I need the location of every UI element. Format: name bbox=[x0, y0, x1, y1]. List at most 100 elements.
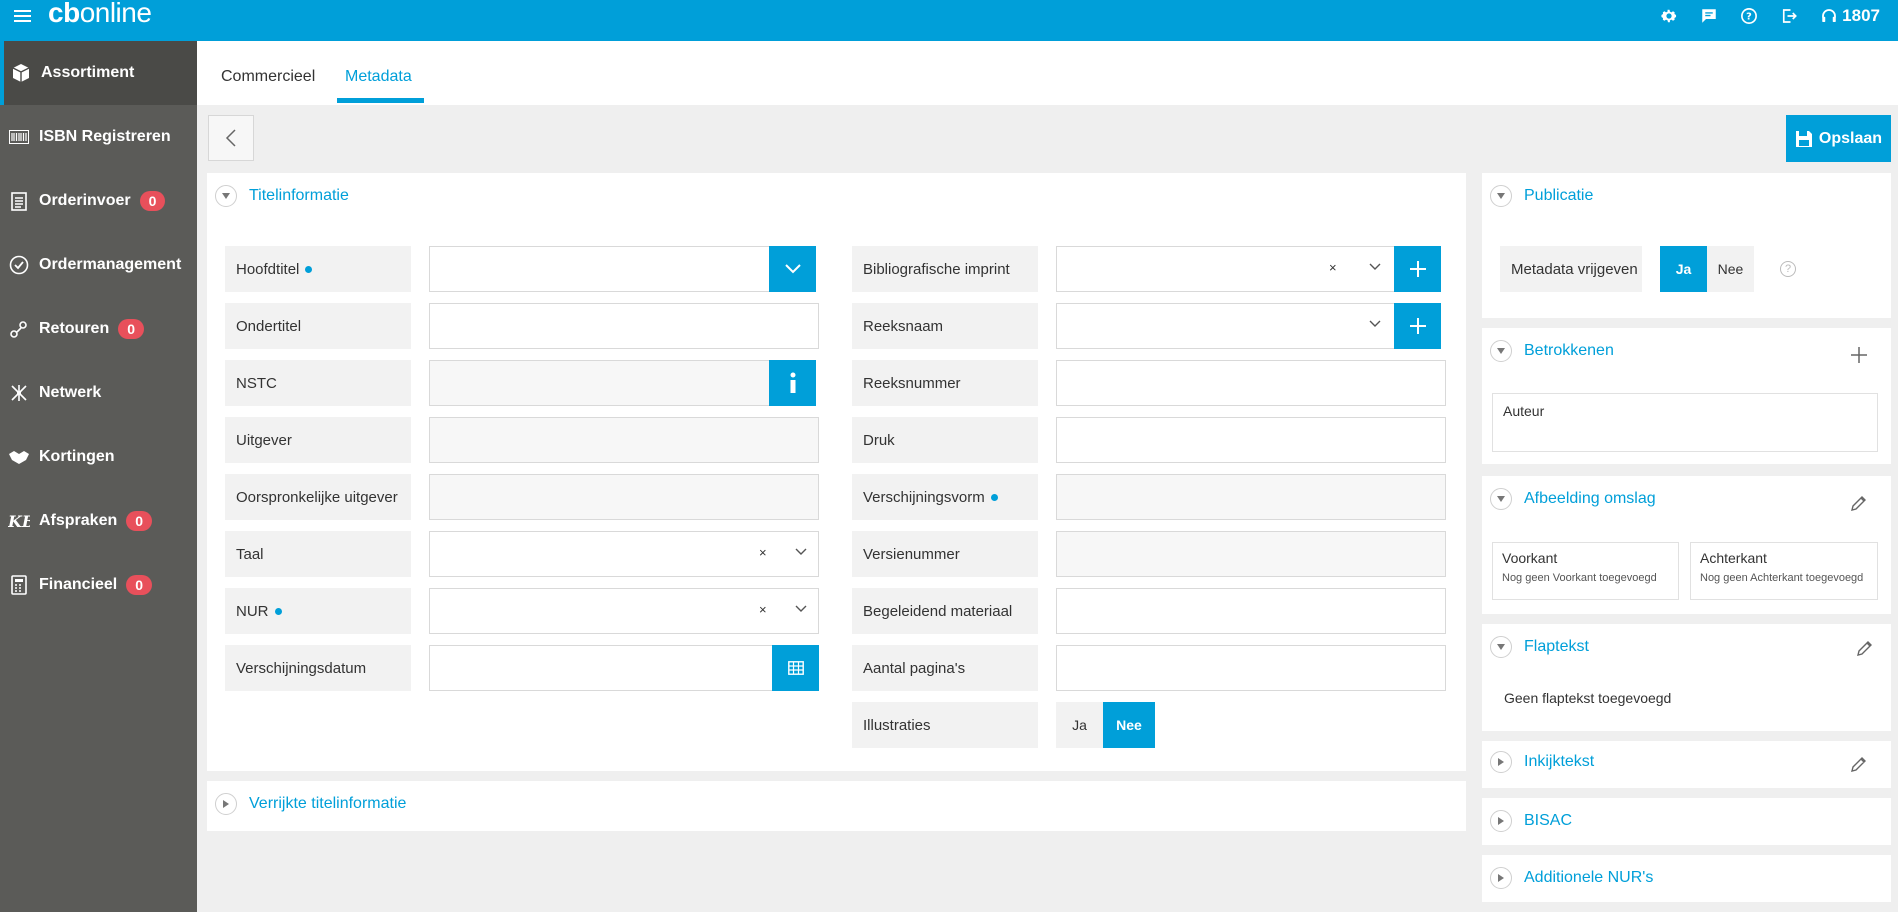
begeleidend-materiaal-label: Begeleidend materiaal bbox=[852, 588, 1038, 634]
help-icon[interactable]: ? bbox=[1780, 261, 1796, 277]
clear-icon[interactable]: × bbox=[759, 602, 767, 617]
aantal-paginas-input[interactable] bbox=[1056, 645, 1446, 691]
save-label: Opslaan bbox=[1818, 129, 1883, 147]
voorkant-status: Nog geen Voorkant toegevoegd bbox=[1502, 572, 1657, 584]
logout-icon[interactable] bbox=[1780, 7, 1798, 25]
expand-toggle-icon[interactable] bbox=[1490, 810, 1512, 832]
active-tab-indicator bbox=[337, 98, 424, 103]
clipboard-icon bbox=[8, 190, 30, 212]
chat-icon[interactable] bbox=[1700, 7, 1718, 25]
publicatie-nee-option[interactable]: Nee bbox=[1707, 246, 1754, 292]
flaptekst-empty-text: Geen flaptekst toegevoegd bbox=[1504, 690, 1672, 706]
clear-icon[interactable]: × bbox=[759, 545, 767, 560]
oorspronkelijke-uitgever-label: Oorspronkelijke uitgever bbox=[225, 474, 411, 520]
druk-input[interactable] bbox=[1056, 417, 1446, 463]
verrijkte-header[interactable]: Verrijkte titelinformatie bbox=[215, 793, 406, 815]
user-badge[interactable]: 1807 bbox=[1820, 6, 1880, 26]
pencil-icon[interactable] bbox=[1856, 639, 1874, 657]
gear-icon[interactable] bbox=[1660, 7, 1678, 25]
inkijktekst-header[interactable]: Inkijktekst bbox=[1490, 751, 1594, 773]
add-imprint-button[interactable] bbox=[1394, 246, 1441, 292]
illustraties-label: Illustraties bbox=[852, 702, 1038, 748]
begeleidend-materiaal-input[interactable] bbox=[1056, 588, 1446, 634]
sidebar-item-netwerk[interactable]: Netwerk bbox=[0, 361, 197, 425]
back-button[interactable] bbox=[208, 115, 254, 161]
flaptekst-header[interactable]: Flaptekst bbox=[1490, 636, 1589, 658]
collapse-toggle-icon[interactable] bbox=[1490, 636, 1512, 658]
collapse-toggle-icon[interactable] bbox=[1490, 488, 1512, 510]
inkijktekst-panel: Inkijktekst bbox=[1482, 741, 1891, 788]
expand-toggle-icon[interactable] bbox=[1490, 751, 1512, 773]
bisac-panel: BISAC bbox=[1482, 798, 1891, 845]
pencil-icon[interactable] bbox=[1850, 494, 1868, 512]
hoofdtitel-dropdown-button[interactable] bbox=[769, 246, 816, 292]
kb-icon: KB bbox=[8, 510, 30, 532]
bisac-header[interactable]: BISAC bbox=[1490, 810, 1572, 832]
uitgever-input bbox=[429, 417, 819, 463]
field-label-text: Hoofdtitel bbox=[236, 260, 300, 278]
logo-bold: cb bbox=[48, 0, 80, 28]
help-icon[interactable]: ? bbox=[1740, 7, 1758, 25]
headset-icon bbox=[1822, 9, 1837, 22]
sidebar-item-isbn-registreren[interactable]: ISBN Registreren bbox=[0, 105, 197, 169]
add-plus-icon[interactable] bbox=[1850, 346, 1868, 364]
sidebar-item-retouren[interactable]: Retouren 0 bbox=[0, 297, 197, 361]
expand-toggle-icon[interactable] bbox=[215, 793, 237, 815]
sidebar-item-kortingen[interactable]: Kortingen bbox=[0, 425, 197, 489]
tab-metadata[interactable]: Metadata bbox=[345, 68, 412, 86]
versienummer-input bbox=[1056, 531, 1446, 577]
achterkant-box[interactable]: Achterkant Nog geen Achterkant toegevoeg… bbox=[1690, 542, 1878, 600]
required-dot bbox=[305, 265, 313, 273]
add-reeks-button[interactable] bbox=[1394, 303, 1441, 349]
afbeelding-header[interactable]: Afbeelding omslag bbox=[1490, 488, 1656, 510]
save-button[interactable]: Opslaan bbox=[1786, 115, 1891, 162]
panel-title: Publicatie bbox=[1524, 187, 1594, 204]
illustraties-nee-option[interactable]: Nee bbox=[1103, 702, 1155, 748]
sidebar-item-financieel[interactable]: Financieel 0 bbox=[0, 553, 197, 617]
reeksnummer-input[interactable] bbox=[1056, 360, 1446, 406]
app-logo[interactable]: cbonline bbox=[48, 0, 152, 29]
panel-title: BISAC bbox=[1524, 812, 1573, 829]
illustraties-ja-option[interactable]: Ja bbox=[1056, 702, 1103, 748]
chevron-down-icon bbox=[1369, 263, 1381, 270]
publicatie-ja-option[interactable]: Ja bbox=[1660, 246, 1707, 292]
barcode-icon bbox=[8, 126, 30, 148]
expand-toggle-icon[interactable] bbox=[1490, 867, 1512, 889]
collapse-toggle-icon[interactable] bbox=[215, 185, 237, 207]
sidebar-item-label: ISBN Registreren bbox=[39, 128, 171, 145]
oorspronkelijke-uitgever-input bbox=[429, 474, 819, 520]
betrokkenen-header[interactable]: Betrokkenen bbox=[1490, 340, 1614, 362]
pencil-icon[interactable] bbox=[1850, 755, 1868, 773]
sidebar-item-label: Assortiment bbox=[41, 64, 135, 81]
hamburger-menu-icon[interactable] bbox=[14, 10, 31, 24]
ondertitel-input[interactable] bbox=[429, 303, 819, 349]
collapse-toggle-icon[interactable] bbox=[1490, 340, 1512, 362]
hoofdtitel-input[interactable] bbox=[429, 246, 771, 292]
collapse-toggle-icon[interactable] bbox=[1490, 185, 1512, 207]
sidebar-item-ordermanagement[interactable]: Ordermanagement bbox=[0, 233, 197, 297]
sidebar-item-afspraken[interactable]: KB Afspraken 0 bbox=[0, 489, 197, 553]
auteur-box[interactable]: Auteur bbox=[1492, 393, 1878, 452]
floppy-disk-icon bbox=[1795, 130, 1812, 147]
sidebar-item-label: Netwerk bbox=[39, 384, 102, 401]
user-number: 1807 bbox=[1842, 6, 1880, 25]
nur-select[interactable]: × bbox=[429, 588, 819, 634]
verschijningsdatum-input[interactable] bbox=[429, 645, 774, 691]
publicatie-header[interactable]: Publicatie bbox=[1490, 185, 1593, 207]
additionele-nur-header[interactable]: Additionele NUR's bbox=[1490, 867, 1653, 889]
sidebar-item-orderinvoer[interactable]: Orderinvoer 0 bbox=[0, 169, 197, 233]
panel-title: Afbeelding omslag bbox=[1524, 490, 1656, 507]
panel-title: Inkijktekst bbox=[1524, 753, 1595, 770]
reeksnaam-select[interactable] bbox=[1056, 303, 1396, 349]
clear-icon[interactable]: × bbox=[1329, 260, 1337, 275]
nstc-info-button[interactable] bbox=[769, 360, 816, 406]
sidebar-item-assortiment[interactable]: Assortiment bbox=[0, 41, 197, 105]
titelinformatie-header[interactable]: Titelinformatie bbox=[215, 185, 349, 207]
panel-title: Flaptekst bbox=[1524, 638, 1589, 655]
nstc-label: NSTC bbox=[225, 360, 411, 406]
date-picker-button[interactable] bbox=[772, 645, 819, 691]
taal-select[interactable]: × bbox=[429, 531, 819, 577]
tab-commercieel[interactable]: Commercieel bbox=[221, 68, 315, 86]
voorkant-box[interactable]: Voorkant Nog geen Voorkant toegevoegd bbox=[1492, 542, 1679, 600]
bibliografische-imprint-select[interactable]: × bbox=[1056, 246, 1396, 292]
